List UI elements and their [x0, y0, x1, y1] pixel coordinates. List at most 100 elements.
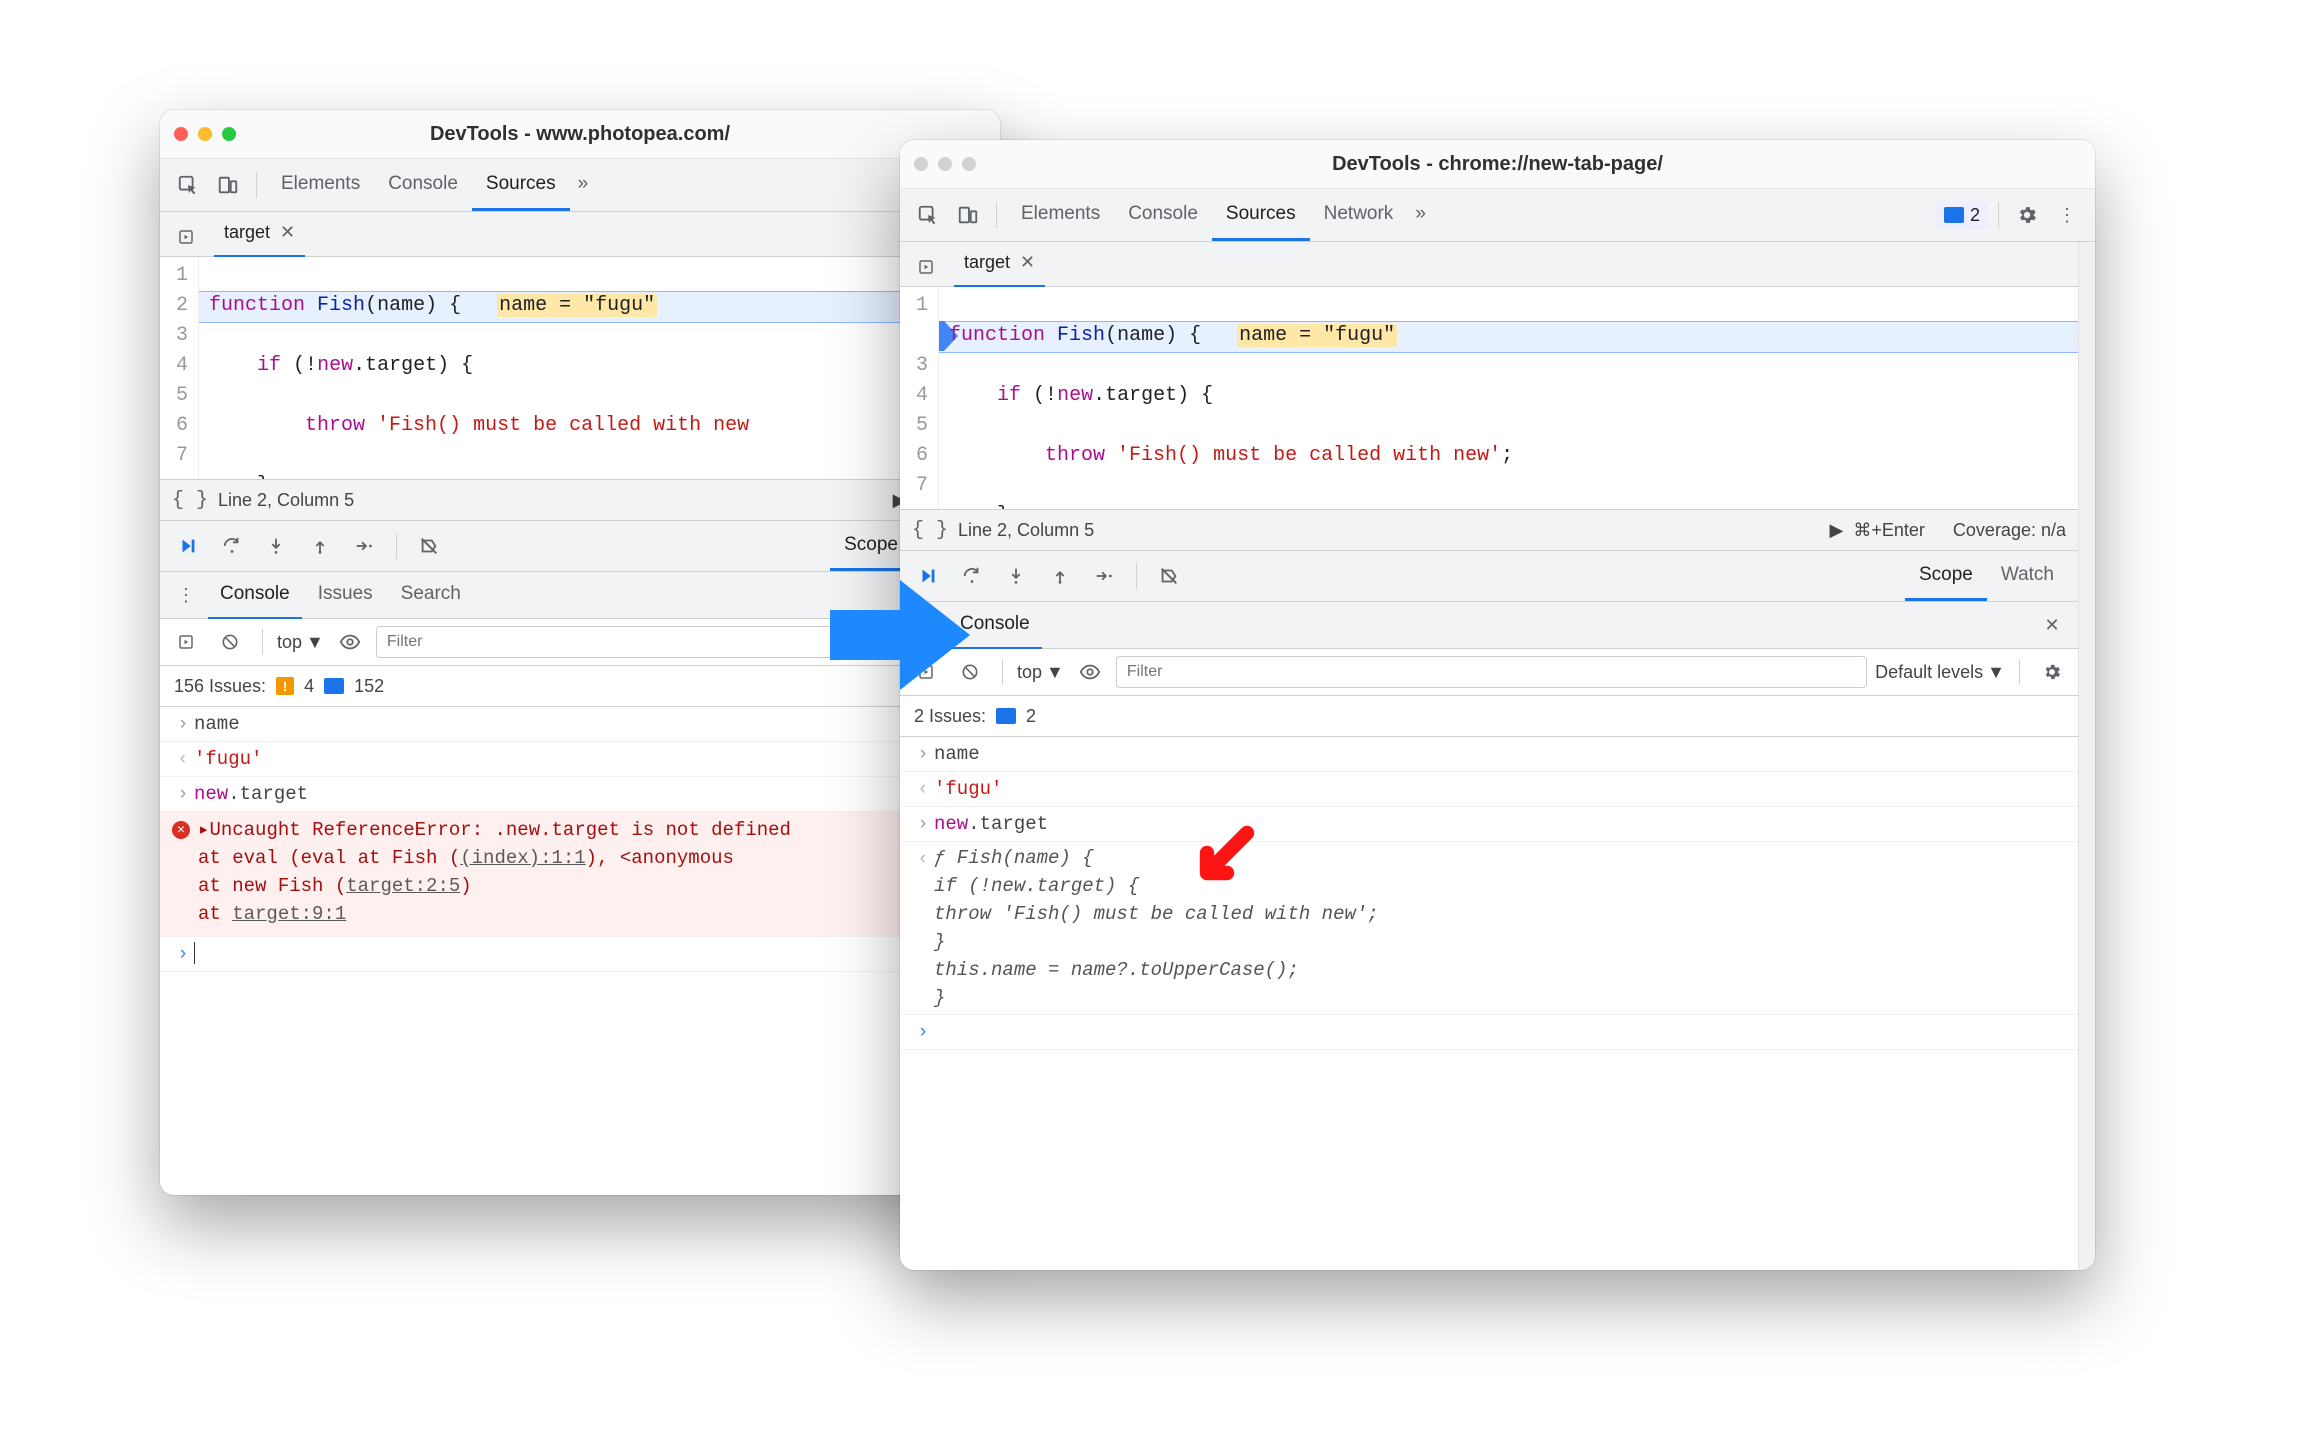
console-output: 'fugu' [194, 744, 988, 774]
stack-link[interactable]: target:9:1 [232, 903, 346, 925]
line-gutter: 1 2 3 4 5 6 7 [160, 257, 199, 479]
console-log[interactable]: ›name ‹'fugu' ›new.target ✕ ▸Uncaught Re… [160, 707, 1000, 1195]
message-count: 2 [1026, 706, 1036, 727]
deactivate-breakpoints-icon[interactable] [411, 528, 447, 564]
devtools-window-left: DevTools - www.photopea.com/ Elements Co… [160, 110, 1000, 1195]
code-editor[interactable]: 1 2 3 4 5 6 7 function Fish(name) { name… [900, 287, 2078, 509]
console-log[interactable]: ›name ‹'fugu' ›new.target ‹ ƒ Fish(name)… [900, 737, 2078, 1270]
zoom-window-button[interactable] [222, 127, 236, 141]
devtools-window-right: DevTools - chrome://new-tab-page/ Elemen… [900, 140, 2095, 1270]
issues-summary: 2 Issues: [914, 706, 986, 727]
tab-console[interactable]: Console [1114, 189, 1212, 241]
panel-tabs: Elements Console Sources Network » [1007, 189, 1434, 241]
editor-status-bar: { } Line 2, Column 5 ▶ ⌘+Enter [160, 479, 1000, 520]
titlebar: DevTools - www.photopea.com/ [160, 110, 1000, 159]
step-into-icon[interactable] [998, 558, 1034, 594]
kebab-menu-icon[interactable]: ⋮ [2049, 197, 2085, 233]
close-tab-icon[interactable]: ✕ [1020, 252, 1035, 273]
step-icon[interactable] [1086, 558, 1122, 594]
close-tab-icon[interactable]: ✕ [280, 222, 295, 243]
file-tab-target[interactable]: target ✕ [214, 211, 305, 258]
message-icon [324, 678, 344, 694]
tab-network[interactable]: Network [1310, 189, 1408, 241]
resume-icon[interactable] [170, 528, 206, 564]
tab-more[interactable]: » [1407, 189, 1434, 241]
drawer-menu-icon[interactable]: ⋮ [168, 577, 204, 613]
stack-link[interactable]: target:2:5 [346, 875, 460, 897]
file-bar: target ✕ [900, 242, 2078, 287]
cursor-position: Line 2, Column 5 [218, 490, 354, 511]
close-drawer-icon[interactable]: ✕ [2034, 607, 2070, 643]
console-input: name [934, 739, 2066, 769]
zoom-window-button[interactable] [962, 157, 976, 171]
file-bar: target ✕ [160, 212, 1000, 257]
drawer-tab-issues[interactable]: Issues [306, 571, 385, 620]
console-error: ✕ ▸Uncaught ReferenceError: .new.target … [160, 812, 1000, 937]
step-out-icon[interactable] [302, 528, 338, 564]
cursor-position: Line 2, Column 5 [958, 520, 1094, 541]
code-editor[interactable]: 1 2 3 4 5 6 7 function Fish(name) { name… [160, 257, 1000, 479]
close-window-button[interactable] [914, 157, 928, 171]
inspect-element-icon[interactable] [910, 197, 946, 233]
stack-link[interactable]: (index):1:1 [460, 847, 585, 869]
tab-elements[interactable]: Elements [267, 159, 374, 211]
panel-tabs: Elements Console Sources » [267, 159, 596, 211]
close-window-button[interactable] [174, 127, 188, 141]
drawer-menu-icon[interactable]: ⋮ [908, 607, 944, 643]
message-icon [1944, 207, 1964, 223]
line-gutter: 1 2 3 4 5 6 7 [900, 287, 939, 509]
code-content: function Fish(name) { name = "fugu" if (… [199, 257, 1000, 479]
run-snippet-icon[interactable]: ▶ [1830, 520, 1844, 541]
console-sidebar-toggle-icon[interactable] [908, 654, 944, 690]
step-into-icon[interactable] [258, 528, 294, 564]
message-badge[interactable]: 2 [1936, 202, 1988, 229]
tab-elements[interactable]: Elements [1007, 189, 1114, 241]
console-settings-icon[interactable] [2034, 654, 2070, 690]
device-toolbar-icon[interactable] [210, 167, 246, 203]
live-expression-icon[interactable] [332, 624, 368, 660]
message-icon [996, 708, 1016, 724]
live-expression-icon[interactable] [1072, 654, 1108, 690]
window-title: DevTools - chrome://new-tab-page/ [900, 153, 2095, 176]
tab-sources[interactable]: Sources [1212, 189, 1310, 241]
drawer-tab-search[interactable]: Search [389, 571, 473, 620]
step-out-icon[interactable] [1042, 558, 1078, 594]
issues-bar[interactable]: 156 Issues: ! 4 152 [160, 666, 1000, 707]
tab-console[interactable]: Console [374, 159, 472, 211]
minimize-window-button[interactable] [938, 157, 952, 171]
minimize-window-button[interactable] [198, 127, 212, 141]
main-toolbar: Elements Console Sources Network » 2 ⋮ [900, 189, 2095, 242]
step-icon[interactable] [346, 528, 382, 564]
pretty-print-icon[interactable]: { } [172, 489, 218, 512]
issues-bar[interactable]: 2 Issues: 2 [900, 696, 2078, 737]
pretty-print-icon[interactable]: { } [912, 519, 958, 542]
tab-more[interactable]: » [570, 159, 597, 211]
device-toolbar-icon[interactable] [950, 197, 986, 233]
scope-tab[interactable]: Scope [1905, 551, 1987, 601]
deactivate-breakpoints-icon[interactable] [1151, 558, 1187, 594]
navigator-toggle-icon[interactable] [168, 222, 204, 246]
drawer-tab-console[interactable]: Console [208, 571, 302, 620]
window-title: DevTools - www.photopea.com/ [160, 123, 1000, 146]
scrollbar[interactable] [2078, 242, 2095, 1270]
log-levels-selector[interactable]: Default levels ▼ [1875, 662, 2005, 683]
filter-input[interactable] [1116, 656, 1867, 688]
drawer-tab-console[interactable]: Console [948, 601, 1042, 650]
tab-sources[interactable]: Sources [472, 159, 570, 211]
watch-tab[interactable]: Watch [1987, 551, 2068, 601]
context-selector[interactable]: top ▼ [277, 632, 324, 653]
context-selector[interactable]: top ▼ [1017, 662, 1064, 683]
step-over-icon[interactable] [214, 528, 250, 564]
filter-input[interactable] [376, 626, 929, 658]
step-over-icon[interactable] [954, 558, 990, 594]
settings-icon[interactable] [2009, 197, 2045, 233]
titlebar: DevTools - chrome://new-tab-page/ [900, 140, 2095, 189]
resume-icon[interactable] [910, 558, 946, 594]
console-prompt[interactable] [194, 942, 988, 964]
inspect-element-icon[interactable] [170, 167, 206, 203]
issues-summary: 156 Issues: [174, 676, 266, 697]
clear-console-icon[interactable] [212, 624, 248, 660]
clear-console-icon[interactable] [952, 654, 988, 690]
file-tab-label: target [224, 222, 270, 243]
console-sidebar-toggle-icon[interactable] [168, 624, 204, 660]
